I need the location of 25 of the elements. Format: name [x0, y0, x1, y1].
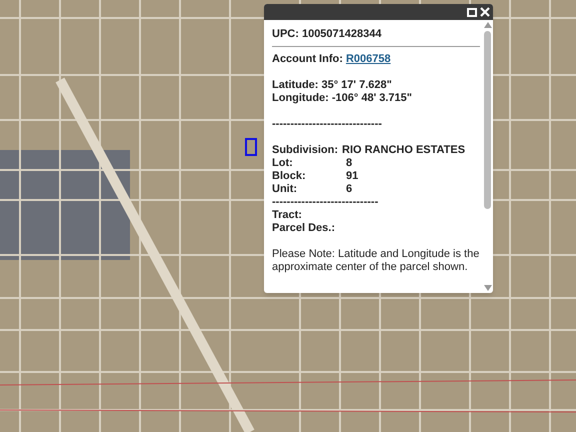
field-value: 6	[346, 183, 352, 196]
scrollbar[interactable]	[482, 20, 493, 293]
coordinate-text: Longitude: -106° 48' 3.715"	[272, 92, 413, 105]
maximize-icon[interactable]	[467, 8, 477, 16]
scroll-thumb[interactable]	[484, 31, 491, 209]
scroll-up-icon[interactable]	[484, 22, 492, 28]
field-value: 91	[346, 170, 358, 183]
field-value: RIO RANCHO ESTATES	[342, 144, 466, 157]
scroll-down-icon[interactable]	[484, 285, 492, 291]
field-label: Tract:	[272, 209, 303, 222]
close-icon[interactable]	[480, 7, 490, 17]
field-value: 8	[346, 157, 352, 170]
note-text: Please Note: Latitude and Longitude is the approximate center of the parcel shown.	[272, 248, 480, 274]
coordinate-text: Latitude: 35° 17' 7.628"	[272, 79, 393, 92]
account-label: Account Info:	[272, 53, 344, 65]
upc-text: UPC: 1005071428344	[272, 28, 382, 41]
field-label: Block:	[272, 170, 307, 183]
separator-text: ------------------------------	[272, 118, 383, 131]
field-label: Subdivision:	[272, 144, 338, 157]
field-label: Parcel Des.:	[272, 222, 336, 235]
parcel-outline[interactable]	[245, 138, 257, 156]
field-label: Lot:	[272, 157, 294, 170]
separator-text: -----------------------------	[272, 196, 380, 209]
field-label: Unit:	[272, 183, 298, 196]
account-link[interactable]: R006758	[346, 53, 391, 65]
